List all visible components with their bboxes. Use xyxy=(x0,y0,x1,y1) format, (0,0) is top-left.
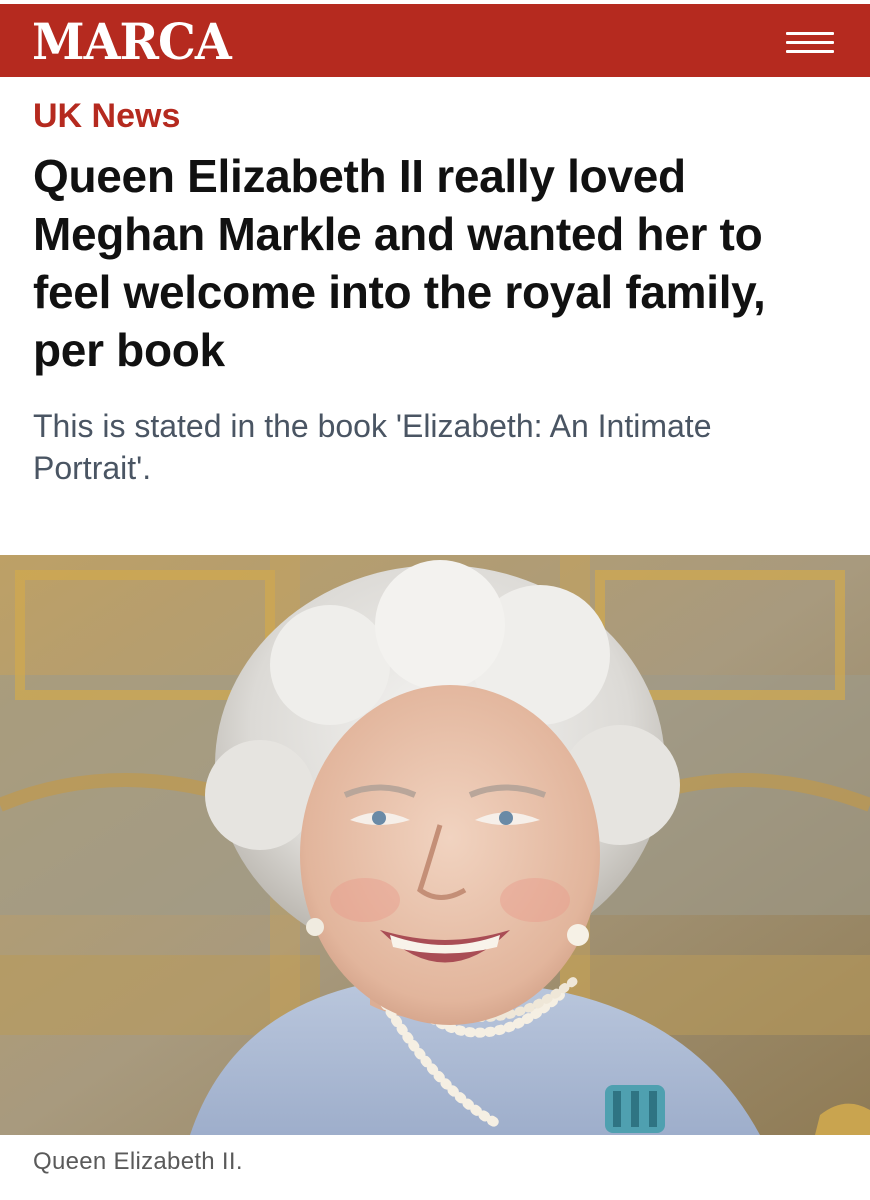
article-page: MARCA UK News Queen Elizabeth II really … xyxy=(0,0,870,1200)
article-headline: Queen Elizabeth II really loved Meghan M… xyxy=(33,150,766,376)
menu-line xyxy=(786,50,834,53)
menu-line xyxy=(786,32,834,35)
article-subtitle: This is stated in the book 'Elizabeth: A… xyxy=(33,408,712,486)
photo-caption: Queen Elizabeth II. xyxy=(33,1148,243,1175)
article-photo[interactable] xyxy=(0,555,870,1135)
menu-line xyxy=(786,41,834,44)
hamburger-menu-icon[interactable] xyxy=(786,28,836,56)
section-link-uk-news[interactable]: UK News xyxy=(33,94,180,138)
portrait-illustration xyxy=(0,555,870,1135)
site-header: MARCA xyxy=(0,4,870,77)
marca-logo[interactable]: MARCA xyxy=(32,14,232,70)
